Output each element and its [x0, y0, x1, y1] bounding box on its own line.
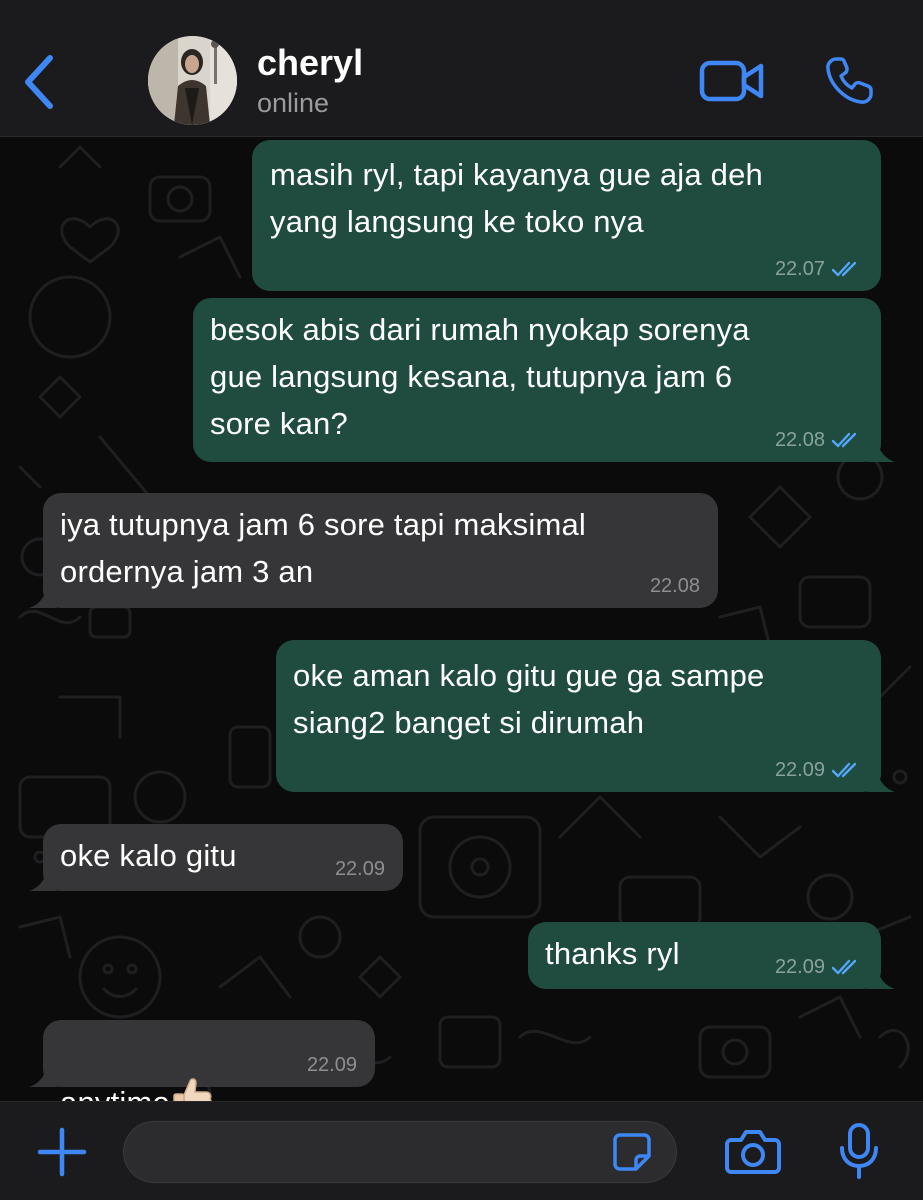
message-time: 22.09	[306, 1054, 357, 1076]
message-meta: 22.08	[650, 574, 700, 598]
chat-header: cheryl online	[0, 0, 923, 137]
message-text: oke kalo gitu	[60, 838, 237, 873]
message-meta: 22.09	[307, 1053, 357, 1077]
message-time: 22.09	[334, 858, 385, 880]
sticker-icon[interactable]	[612, 1132, 652, 1172]
message-composer	[0, 1101, 923, 1200]
camera-icon[interactable]	[725, 1128, 781, 1174]
message-bubble-outgoing[interactable]: oke aman kalo gitu gue ga sampe siang2 b…	[276, 640, 895, 792]
contact-name[interactable]: cheryl	[257, 42, 363, 84]
message-meta: 22.08	[775, 428, 861, 452]
read-ticks-icon	[831, 432, 857, 448]
message-text: thanks ryl	[545, 936, 680, 971]
plus-icon[interactable]	[36, 1126, 88, 1178]
message-list[interactable]: masih ryl, tapi kayanya gue aja deh yang…	[0, 137, 923, 1101]
read-ticks-icon	[831, 959, 857, 975]
message-time: 22.08	[649, 575, 700, 597]
message-text: anytime	[60, 1028, 214, 1101]
message-time: 22.08	[774, 429, 825, 451]
message-bubble-incoming[interactable]: iya tutupnya jam 6 sore tapi maksimal or…	[29, 493, 718, 608]
message-time: 22.09	[774, 956, 825, 978]
message-text: masih ryl, tapi kayanya gue aja deh yang…	[270, 157, 763, 239]
message-text: oke aman kalo gitu gue ga sampe siang2 b…	[293, 658, 765, 740]
message-meta: 22.09	[335, 857, 385, 881]
microphone-icon[interactable]	[838, 1122, 880, 1180]
chevron-left-icon[interactable]	[14, 44, 64, 114]
message-meta: 22.09	[775, 955, 861, 979]
message-meta: 22.09	[775, 758, 861, 782]
read-ticks-icon	[831, 762, 857, 778]
video-camera-icon[interactable]	[699, 58, 765, 104]
bubble-tail	[867, 436, 895, 462]
message-text: iya tutupnya jam 6 sore tapi maksimal or…	[60, 507, 587, 589]
avatar-photo	[148, 36, 237, 125]
message-text-content: anytime	[60, 1085, 170, 1101]
message-text: besok abis dari rumah nyokap sorenya gue…	[210, 312, 750, 441]
message-bubble-incoming[interactable]: anytime 22.09	[29, 1020, 375, 1101]
read-ticks-icon	[831, 261, 857, 277]
thumbs-up-emoji-icon	[173, 1078, 212, 1101]
bubble-tail	[29, 582, 57, 608]
chat-screen: cheryl online masih ryl, tapi kayanya gu…	[0, 0, 923, 1200]
message-time: 22.09	[774, 759, 825, 781]
avatar[interactable]	[148, 36, 237, 125]
message-meta: 22.07	[775, 257, 861, 281]
contact-status: online	[257, 88, 330, 118]
phone-icon[interactable]	[822, 54, 876, 108]
message-bubble-outgoing[interactable]: masih ryl, tapi kayanya gue aja deh yang…	[252, 140, 881, 291]
bubble-tail	[867, 963, 895, 989]
message-bubble-outgoing[interactable]: besok abis dari rumah nyokap sorenya gue…	[193, 298, 895, 462]
message-bubble-incoming[interactable]: oke kalo gitu 22.09	[29, 824, 403, 891]
bubble-tail	[29, 1061, 57, 1087]
message-time: 22.07	[774, 258, 825, 280]
bubble-tail	[29, 865, 57, 891]
message-input[interactable]	[123, 1121, 677, 1183]
bubble-tail	[867, 766, 895, 792]
message-bubble-outgoing[interactable]: thanks ryl 22.09	[528, 922, 895, 989]
